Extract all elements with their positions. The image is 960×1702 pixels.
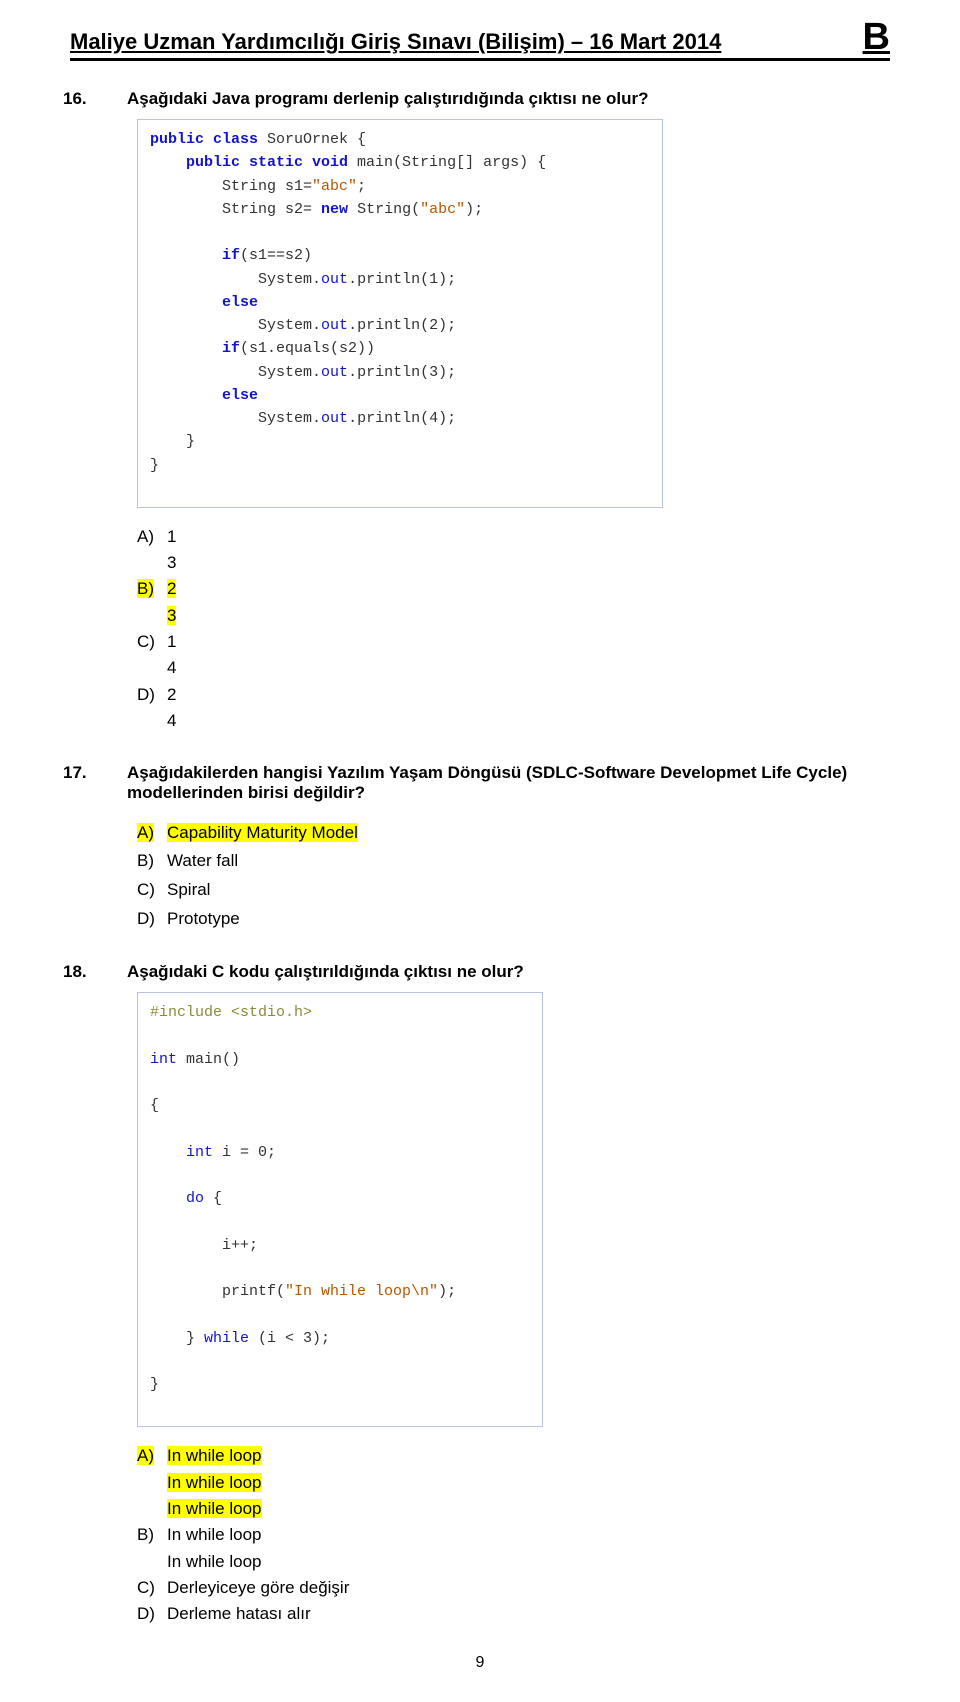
q16-option-b-line2: 3 bbox=[137, 603, 890, 629]
q18-option-c: C) Derleyiceye göre değişir bbox=[137, 1575, 890, 1601]
question-16: 16.Aşağıdaki Java programı derlenip çalı… bbox=[95, 89, 890, 735]
q18-option-a: A) In while loop bbox=[137, 1443, 890, 1469]
q18-option-d: D) Derleme hatası alır bbox=[137, 1601, 890, 1627]
q16-option-d: D) 2 bbox=[137, 682, 890, 708]
q18-options: A) In while loop In while loop In while … bbox=[137, 1443, 890, 1627]
q17-text: 17.Aşağıdakilerden hangisi Yazılım Yaşam… bbox=[95, 763, 890, 803]
page-number: 9 bbox=[70, 1654, 890, 1672]
q18-code: #include <stdio.h> int main() { int i = … bbox=[150, 1001, 530, 1396]
q18-text: 18.Aşağıdaki C kodu çalıştırıldığında çı… bbox=[95, 962, 890, 982]
q18-option-a-line3: In while loop bbox=[137, 1496, 890, 1522]
q16-option-b: B) 2 bbox=[137, 576, 890, 602]
page-header: Maliye Uzman Yardımcılığı Giriş Sınavı (… bbox=[70, 18, 890, 61]
q18-option-b: B) In while loop bbox=[137, 1522, 890, 1548]
q16-option-a: A) 1 bbox=[137, 524, 890, 550]
question-17: 17.Aşağıdakilerden hangisi Yazılım Yaşam… bbox=[95, 763, 890, 935]
q18-number: 18. bbox=[95, 962, 127, 982]
q17-option-d: D) Prototype bbox=[137, 905, 890, 934]
q16-option-c-line2: 4 bbox=[137, 655, 890, 681]
q16-options: A) 1 3 B) 2 3 C) 1 4 D) 2 4 bbox=[137, 524, 890, 735]
q18-code-box: #include <stdio.h> int main() { int i = … bbox=[137, 992, 543, 1427]
q16-code-box: public class SoruOrnek { public static v… bbox=[137, 119, 663, 508]
question-18: 18.Aşağıdaki C kodu çalıştırıldığında çı… bbox=[95, 962, 890, 1628]
q17-options: A) Capability Maturity Model B) Water fa… bbox=[137, 819, 890, 935]
q16-option-a-line2: 3 bbox=[137, 550, 890, 576]
q16-number: 16. bbox=[95, 89, 127, 109]
q18-option-a-line2: In while loop bbox=[137, 1470, 890, 1496]
q17-option-a: A) Capability Maturity Model bbox=[137, 819, 890, 848]
q16-text: 16.Aşağıdaki Java programı derlenip çalı… bbox=[95, 89, 890, 109]
q17-number: 17. bbox=[95, 763, 127, 783]
q16-code: public class SoruOrnek { public static v… bbox=[150, 128, 650, 477]
q17-option-c: C) Spiral bbox=[137, 876, 890, 905]
q16-option-d-line2: 4 bbox=[137, 708, 890, 734]
q18-option-b-line2: In while loop bbox=[137, 1549, 890, 1575]
q16-option-c: C) 1 bbox=[137, 629, 890, 655]
header-title: Maliye Uzman Yardımcılığı Giriş Sınavı (… bbox=[70, 29, 721, 55]
q17-option-b: B) Water fall bbox=[137, 847, 890, 876]
header-badge: B bbox=[863, 18, 890, 56]
